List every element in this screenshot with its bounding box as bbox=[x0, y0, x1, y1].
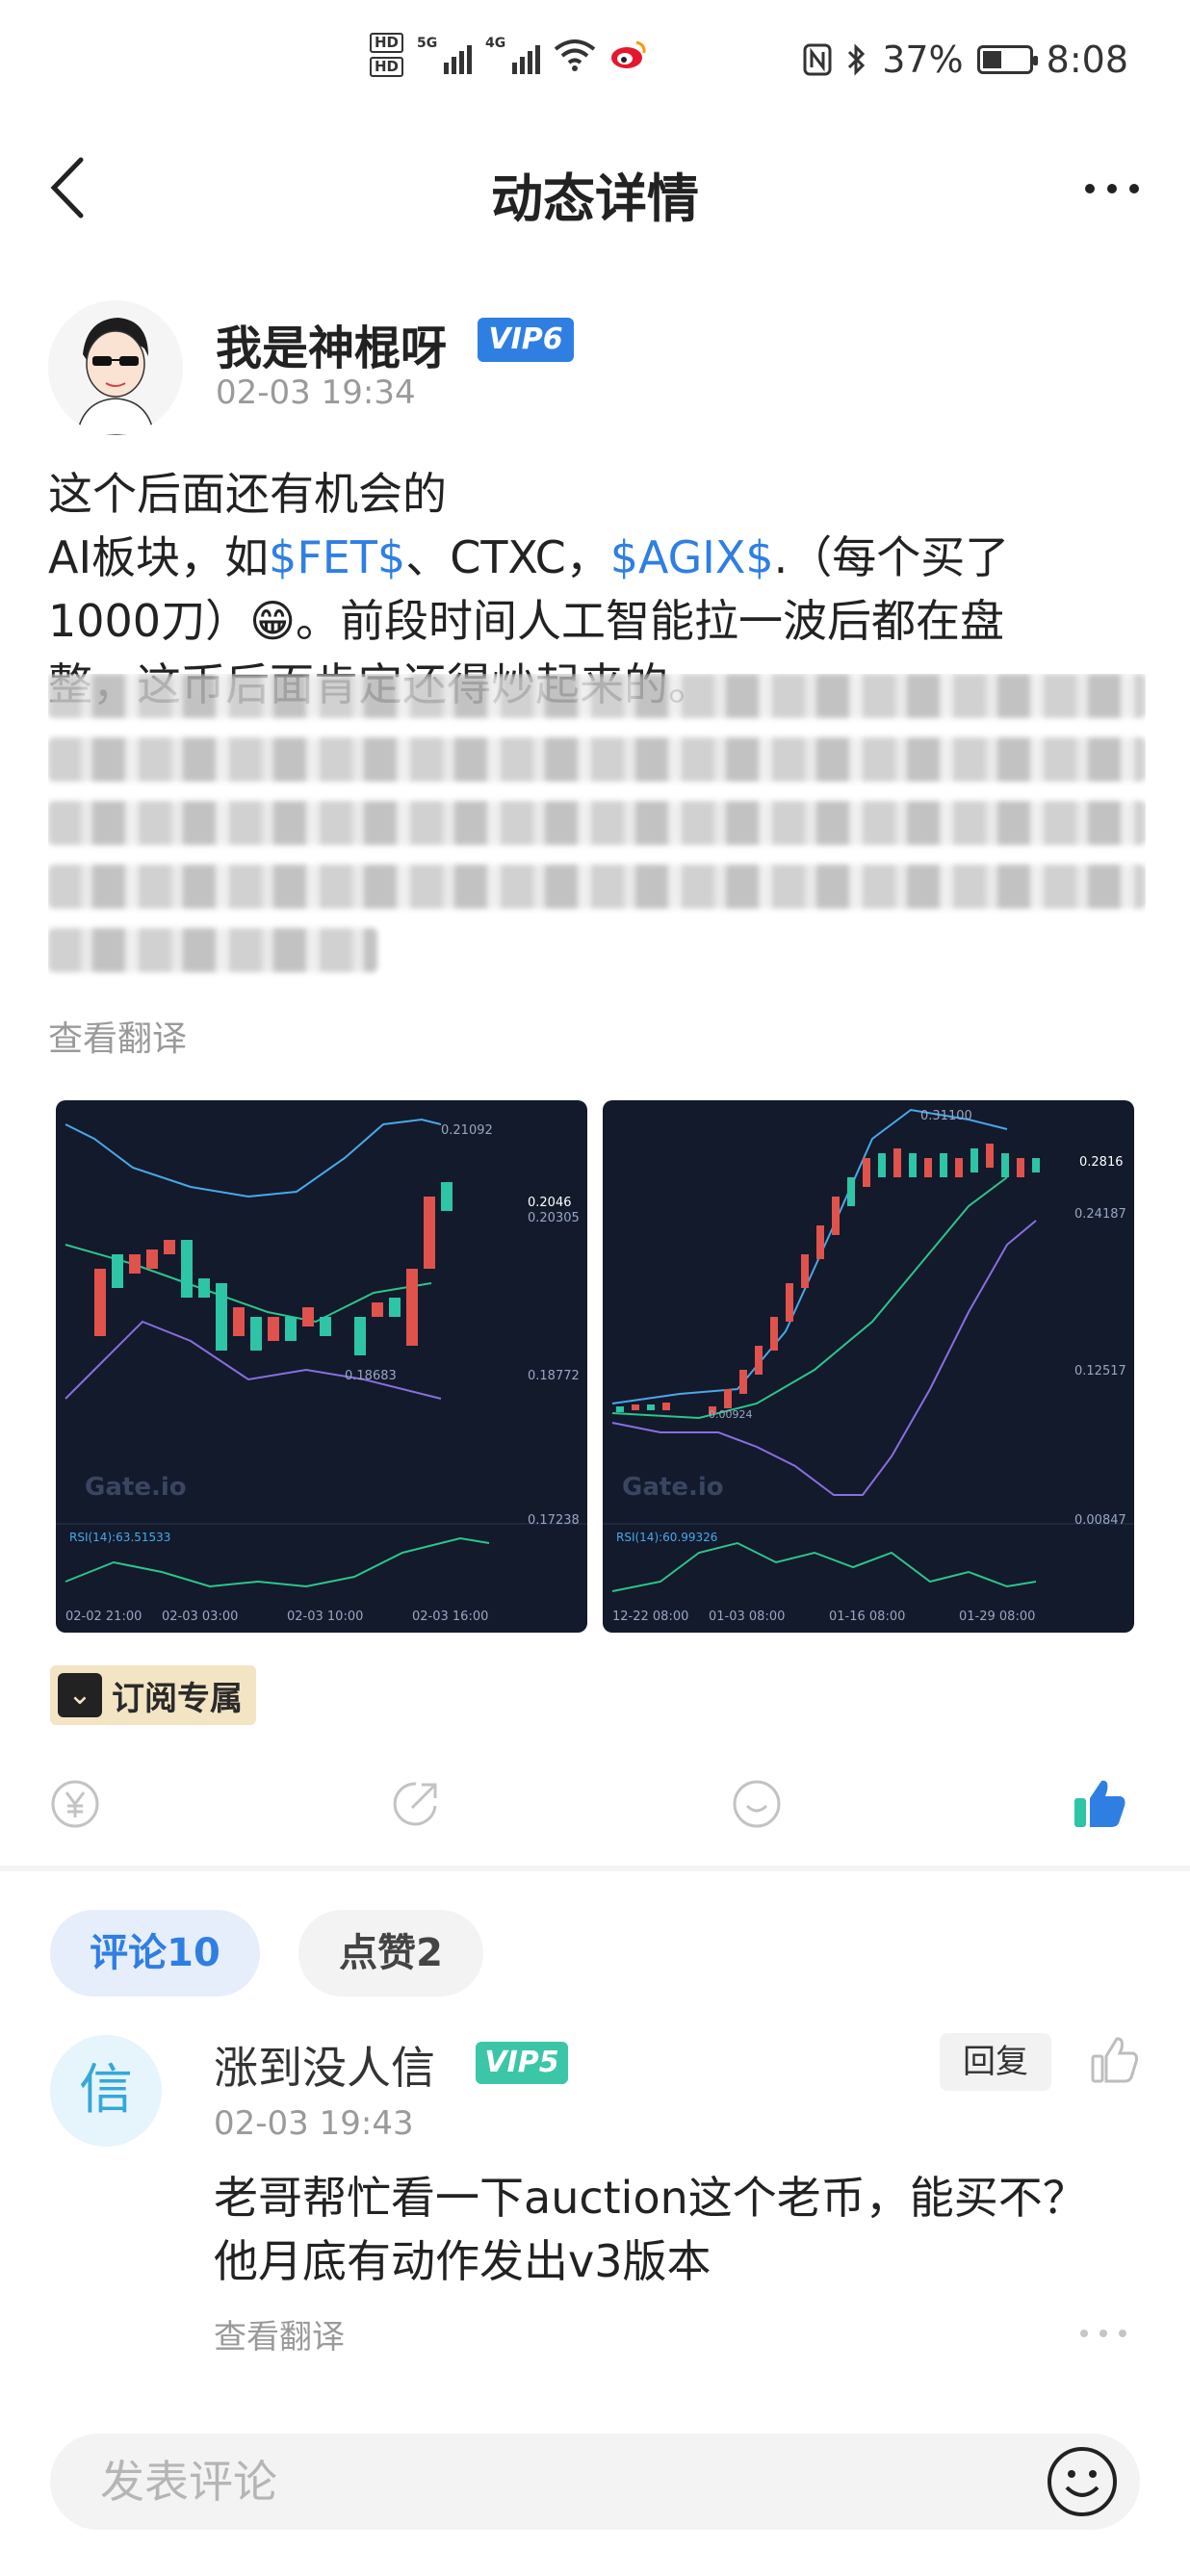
price-current-label: 0.2046 bbox=[528, 1196, 572, 1210]
share-button[interactable] bbox=[389, 1777, 451, 1839]
battery-percent: 37% bbox=[882, 39, 964, 81]
blurred-text bbox=[48, 674, 1146, 1001]
axis-label: 0.17238 bbox=[528, 1513, 580, 1528]
emoji-icon bbox=[1048, 2447, 1117, 2516]
axis-label: 0.00847 bbox=[1074, 1513, 1126, 1528]
price-current-label: 0.2816 bbox=[1079, 1155, 1124, 1170]
price-mid-label: 0.20305 bbox=[528, 1211, 580, 1225]
commenter-avatar[interactable]: 信 bbox=[50, 2035, 162, 2147]
x-axis-label: 01-29 08:00 bbox=[959, 1610, 1035, 1624]
reply-button[interactable]: 回复 bbox=[940, 2033, 1051, 2091]
author-avatar[interactable] bbox=[48, 300, 183, 435]
tip-button[interactable] bbox=[48, 1777, 110, 1839]
post-line: 1000刀）😁。前段时间人工智能拉一波后都在盘 bbox=[48, 595, 1005, 647]
watermark: Gate.io bbox=[622, 1473, 724, 1502]
see-translation-link[interactable]: 查看翻译 bbox=[48, 1011, 187, 1061]
status-left: HD HD 5G 4G bbox=[370, 33, 648, 77]
price-low-label: 0.18683 bbox=[345, 1369, 397, 1383]
coin-tag-agix[interactable]: $AGIX$ bbox=[610, 531, 774, 583]
comment-more-button[interactable] bbox=[1076, 2308, 1130, 2353]
price-low-label: 0.00924 bbox=[709, 1408, 753, 1421]
axis-label: 0.24187 bbox=[1074, 1207, 1126, 1222]
thumbs-up-icon bbox=[1091, 2037, 1139, 2083]
watermark: Gate.io bbox=[85, 1473, 187, 1502]
candlestick-chart: 0.21092 0.2046 0.20305 0.18683 0.18772 0… bbox=[56, 1118, 587, 1624]
like-button[interactable] bbox=[1071, 1777, 1132, 1839]
signal-icon: 4G bbox=[485, 36, 541, 74]
more-dots-icon bbox=[1080, 2330, 1126, 2337]
x-axis-label: 02-03 10:00 bbox=[287, 1610, 363, 1624]
x-axis-label: 12-22 08:00 bbox=[612, 1610, 688, 1624]
vip-badge: VIP5 bbox=[476, 2042, 568, 2084]
chart-image-1[interactable]: 0.21092 0.2046 0.20305 0.18683 0.18772 0… bbox=[56, 1100, 587, 1633]
thumbs-up-icon bbox=[1074, 1780, 1125, 1827]
candles bbox=[94, 1182, 453, 1355]
comment-button[interactable] bbox=[730, 1777, 791, 1839]
x-axis-label: 02-02 21:00 bbox=[65, 1610, 142, 1624]
rsi-label: RSI(14):60.99326 bbox=[616, 1531, 717, 1544]
comment-input[interactable] bbox=[100, 2451, 967, 2512]
chart-image-2[interactable]: 0.31100 0.2816 0.24187 0.12517 0.00847 0… bbox=[603, 1100, 1134, 1633]
wifi-icon bbox=[554, 39, 596, 71]
nav-bar: 动态详情 bbox=[0, 135, 1190, 241]
author-name[interactable]: 我是神棍呀 bbox=[216, 310, 447, 377]
section-divider bbox=[0, 1866, 1190, 1871]
candlestick-chart: 0.31100 0.2816 0.24187 0.12517 0.00847 0… bbox=[603, 1108, 1134, 1624]
more-dots-icon bbox=[1085, 184, 1139, 193]
more-button[interactable] bbox=[1082, 154, 1142, 238]
comment-time: 02-03 19:43 bbox=[214, 2104, 414, 2143]
comment-like-button[interactable] bbox=[1088, 2033, 1142, 2087]
signal-icon: 5G bbox=[417, 36, 473, 74]
candles bbox=[616, 1144, 1040, 1414]
x-axis-label: 02-03 03:00 bbox=[162, 1610, 238, 1624]
vip-badge: VIP6 bbox=[478, 318, 574, 362]
hd-badge: HD bbox=[370, 33, 404, 53]
x-axis-label: 02-03 16:00 bbox=[412, 1610, 488, 1624]
comment-input-bar bbox=[50, 2434, 1140, 2530]
see-translation-link[interactable]: 查看翻译 bbox=[214, 2310, 345, 2357]
yen-coin-icon bbox=[51, 1780, 99, 1828]
battery-icon bbox=[976, 45, 1038, 74]
post-time: 02-03 19:34 bbox=[216, 374, 416, 412]
page-title: 动态详情 bbox=[491, 168, 699, 229]
post-line: 这个后面还有机会的 bbox=[48, 468, 447, 520]
commenter-name[interactable]: 涨到没人信 bbox=[214, 2033, 435, 2097]
nfc-icon bbox=[803, 43, 832, 76]
chevron-down-icon: ⌄ bbox=[58, 1673, 102, 1717]
weibo-icon bbox=[611, 40, 646, 68]
axis-label: 0.12517 bbox=[1074, 1364, 1126, 1378]
subscription-badge[interactable]: ⌄ 订阅专属 bbox=[50, 1665, 256, 1725]
avatar-illustration bbox=[48, 300, 183, 435]
status-bar: HD HD 5G 4G 37% 8:08 bbox=[0, 0, 1190, 135]
action-bar bbox=[0, 1777, 1190, 1844]
comment-text: 老哥帮忙看一下auction这个老币，能买不？他月底有动作发出v3版本 bbox=[214, 2172, 1087, 2287]
x-axis-label: 01-03 08:00 bbox=[709, 1610, 785, 1624]
hd-badge: HD bbox=[370, 57, 404, 77]
rsi-label: RSI(14):63.51533 bbox=[69, 1531, 170, 1544]
status-right: 37% 8:08 bbox=[803, 39, 1128, 81]
axis-label: 0.18772 bbox=[528, 1369, 580, 1383]
post-line: AI板块，如$FET$、CTXC，$AGIX$.（每个买了 bbox=[48, 531, 1010, 583]
emoji-button[interactable] bbox=[1044, 2443, 1121, 2520]
price-high-label: 0.31100 bbox=[920, 1109, 972, 1123]
comment-icon bbox=[733, 1780, 781, 1828]
share-icon bbox=[393, 1782, 437, 1826]
clock: 8:08 bbox=[1046, 39, 1128, 81]
tab-likes[interactable]: 点赞2 bbox=[298, 1910, 483, 1996]
price-high-label: 0.21092 bbox=[441, 1123, 493, 1138]
bluetooth-icon bbox=[848, 43, 866, 76]
coin-tag-fet[interactable]: $FET$ bbox=[269, 531, 405, 583]
x-axis-label: 01-16 08:00 bbox=[829, 1610, 905, 1624]
tab-comments[interactable]: 评论10 bbox=[50, 1910, 260, 1996]
